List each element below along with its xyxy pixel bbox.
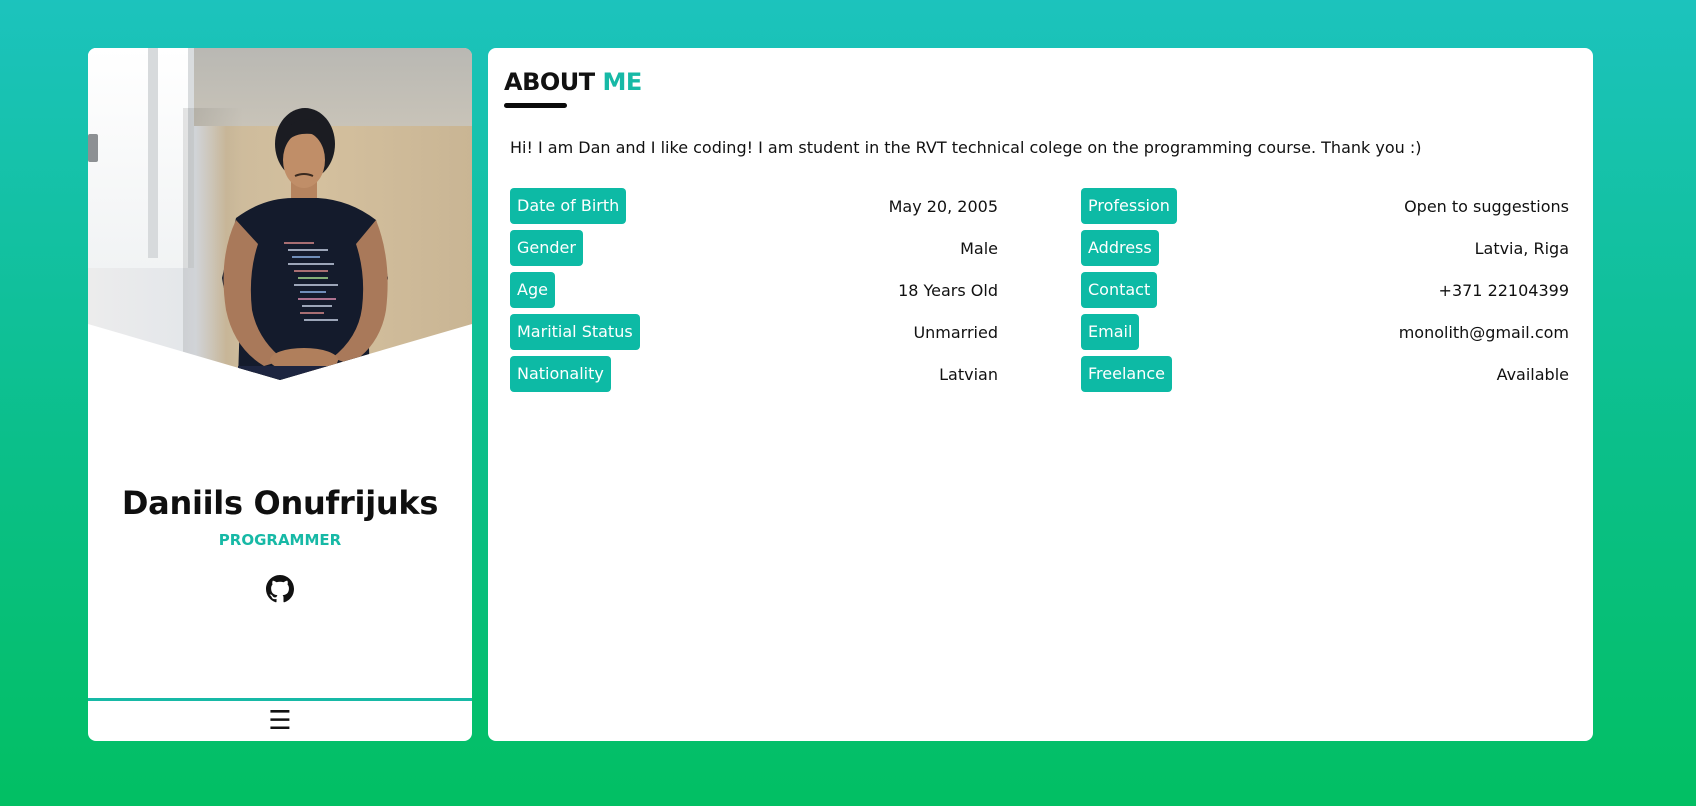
- info-row: Date of Birth May 20, 2005: [510, 185, 998, 227]
- profile-role: PROGRAMMER: [218, 531, 342, 549]
- info-label: Profession: [1081, 188, 1177, 224]
- info-value: May 20, 2005: [888, 196, 998, 216]
- info-row: Email monolith@gmail.com: [1081, 311, 1569, 353]
- info-label: Nationality: [510, 356, 611, 392]
- info-column-left: Date of Birth May 20, 2005 Gender Male A…: [510, 185, 998, 395]
- info-value: 18 Years Old: [898, 280, 998, 300]
- info-row: Age 18 Years Old: [510, 269, 998, 311]
- info-row: Nationality Latvian: [510, 353, 998, 395]
- bio-text: Hi! I am Dan and I like coding! I am stu…: [510, 138, 1422, 157]
- info-label: Contact: [1081, 272, 1158, 308]
- info-row: Address Latvia, Riga: [1081, 227, 1569, 269]
- info-value: +371 22104399: [1438, 280, 1569, 300]
- info-value: Open to suggestions: [1404, 196, 1569, 216]
- info-row: Profession Open to suggestions: [1081, 185, 1569, 227]
- info-label: Address: [1081, 230, 1159, 266]
- info-value: Latvian: [939, 364, 998, 384]
- info-row: Contact +371 22104399: [1081, 269, 1569, 311]
- info-value: Male: [960, 238, 998, 258]
- info-value: Latvia, Riga: [1474, 238, 1569, 258]
- info-value: Unmarried: [913, 322, 998, 342]
- info-label: Age: [510, 272, 555, 308]
- info-value: monolith@gmail.com: [1398, 322, 1569, 342]
- info-row: Maritial Status Unmarried: [510, 311, 998, 353]
- info-label: Freelance: [1081, 356, 1172, 392]
- section-title-main: ABOUT: [504, 68, 595, 96]
- info-value: Available: [1496, 364, 1569, 384]
- about-panel: ABOUT ME Hi! I am Dan and I like coding!…: [488, 48, 1593, 741]
- info-label: Maritial Status: [510, 314, 640, 350]
- section-title-accent: ME: [602, 68, 643, 96]
- profile-card: Daniils Onufrijuks PROGRAMMER ☰: [88, 48, 472, 741]
- profile-name: Daniils Onufrijuks: [121, 484, 439, 522]
- info-label: Gender: [510, 230, 583, 266]
- profile-photo: [88, 48, 472, 380]
- info-row: Freelance Available: [1081, 353, 1569, 395]
- github-icon[interactable]: [266, 575, 294, 603]
- info-label: Date of Birth: [510, 188, 627, 224]
- hamburger-menu-icon[interactable]: ☰: [268, 708, 291, 734]
- info-column-right: Profession Open to suggestions Address L…: [1081, 185, 1569, 395]
- title-underline: [504, 103, 567, 108]
- section-title: ABOUT ME: [504, 68, 642, 96]
- info-row: Gender Male: [510, 227, 998, 269]
- info-label: Email: [1081, 314, 1140, 350]
- card-footer: ☰: [88, 698, 472, 741]
